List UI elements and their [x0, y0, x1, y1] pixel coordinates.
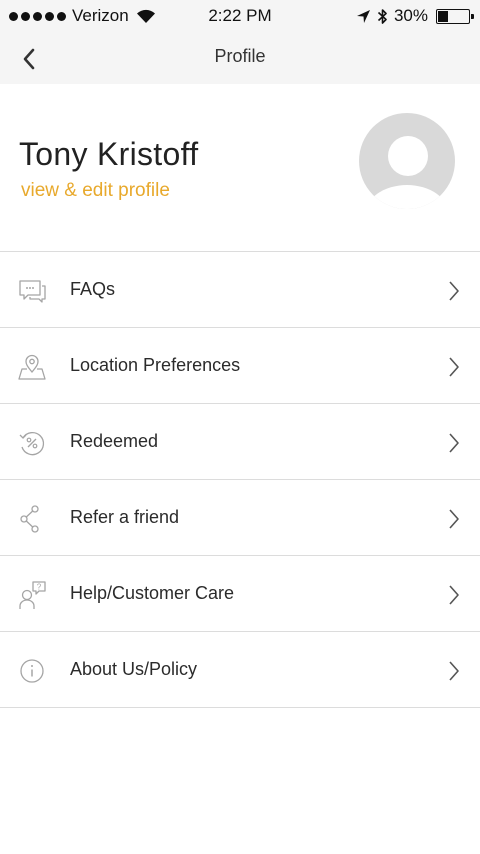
profile-menu: FAQs Location Preferences Redeemed Refer…	[0, 252, 480, 708]
menu-item-help-customer-care[interactable]: ? Help/Customer Care	[0, 556, 480, 632]
menu-item-label: Help/Customer Care	[70, 583, 235, 603]
info-icon	[18, 657, 46, 685]
chevron-right-icon	[448, 280, 460, 302]
profile-header: Tony Kristoff view & edit profile	[0, 84, 480, 252]
chevron-right-icon	[448, 356, 460, 378]
avatar[interactable]	[359, 113, 455, 209]
menu-item-redeemed[interactable]: Redeemed	[0, 404, 480, 480]
menu-item-about-us-policy[interactable]: About Us/Policy	[0, 632, 480, 708]
location-arrow-icon	[356, 9, 371, 24]
menu-item-label: Location Preferences	[70, 355, 241, 375]
nav-bar: Profile	[0, 34, 480, 84]
share-icon	[18, 505, 46, 533]
menu-item-label: FAQs	[70, 279, 116, 299]
battery-icon	[436, 8, 474, 24]
map-pin-icon	[18, 353, 46, 381]
edit-profile-link[interactable]: view & edit profile	[21, 180, 170, 202]
customer-care-icon: ?	[18, 581, 46, 609]
chat-bubbles-icon	[18, 277, 46, 305]
profile-name: Tony Kristoff	[19, 136, 199, 172]
percent-refresh-icon	[18, 429, 46, 457]
menu-item-label: About Us/Policy	[70, 659, 198, 679]
status-bar: Verizon 2:22 PM 30%	[0, 0, 480, 34]
bluetooth-icon	[377, 8, 388, 25]
default-avatar-icon	[388, 136, 428, 176]
chevron-right-icon	[448, 584, 460, 606]
menu-item-location-preferences[interactable]: Location Preferences	[0, 328, 480, 404]
menu-item-label: Refer a friend	[70, 507, 180, 527]
top-bar: Verizon 2:22 PM 30% Profile	[0, 0, 480, 84]
chevron-right-icon	[448, 660, 460, 682]
menu-item-faqs[interactable]: FAQs	[0, 252, 480, 328]
status-right: 30%	[356, 6, 474, 26]
battery-fill	[438, 10, 448, 22]
svg-text:?: ?	[37, 583, 42, 592]
chevron-right-icon	[448, 508, 460, 530]
chevron-right-icon	[448, 432, 460, 454]
battery-percent: 30%	[393, 6, 428, 25]
page-title: Profile	[214, 46, 266, 66]
menu-item-label: Redeemed	[70, 431, 159, 451]
menu-item-refer-a-friend[interactable]: Refer a friend	[0, 480, 480, 556]
